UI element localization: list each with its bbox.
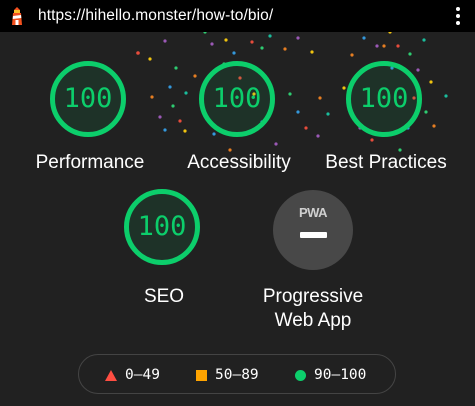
browser-address-bar: https://hihello.monster/how-to/bio/ <box>0 0 475 32</box>
pwa-dash-icon <box>300 232 327 238</box>
more-vert-icon[interactable] <box>451 6 465 26</box>
gauge-label-best-practices: Best Practices <box>325 152 447 173</box>
gauge-best-practices[interactable]: 100 <box>346 61 422 137</box>
pwa-label-line2: Web App <box>274 310 352 331</box>
url-text[interactable]: https://hihello.monster/how-to/bio/ <box>38 7 273 25</box>
gauge-seo[interactable]: 100 <box>124 189 200 265</box>
circle-icon <box>295 369 306 381</box>
score-value: 100 <box>137 211 187 242</box>
legend-item-fail: 0–49 <box>105 366 160 384</box>
score-value: 100 <box>359 83 409 114</box>
gauge-label-accessibility: Accessibility <box>187 152 291 173</box>
pwa-badge-text: PWA <box>298 205 328 220</box>
triangle-icon <box>105 369 117 381</box>
legend-range: 50–89 <box>215 367 259 383</box>
square-icon <box>196 369 207 381</box>
gauge-label-performance: Performance <box>35 152 145 173</box>
score-value: 100 <box>212 83 262 114</box>
pwa-badge[interactable]: PWA <box>273 190 353 270</box>
legend-item-pass: 90–100 <box>295 366 366 384</box>
lighthouse-icon <box>12 7 22 25</box>
legend-range: 0–49 <box>125 367 160 383</box>
gauge-accessibility[interactable]: 100 <box>199 61 275 137</box>
pwa-label-line1: Progressive <box>262 286 364 307</box>
gauge-performance[interactable]: 100 <box>50 61 126 137</box>
legend-range: 90–100 <box>314 367 367 383</box>
gauge-label-seo: SEO <box>143 286 185 307</box>
score-legend: 0–49 50–89 90–100 <box>78 354 396 394</box>
legend-item-average: 50–89 <box>196 366 259 384</box>
score-value: 100 <box>63 83 113 114</box>
